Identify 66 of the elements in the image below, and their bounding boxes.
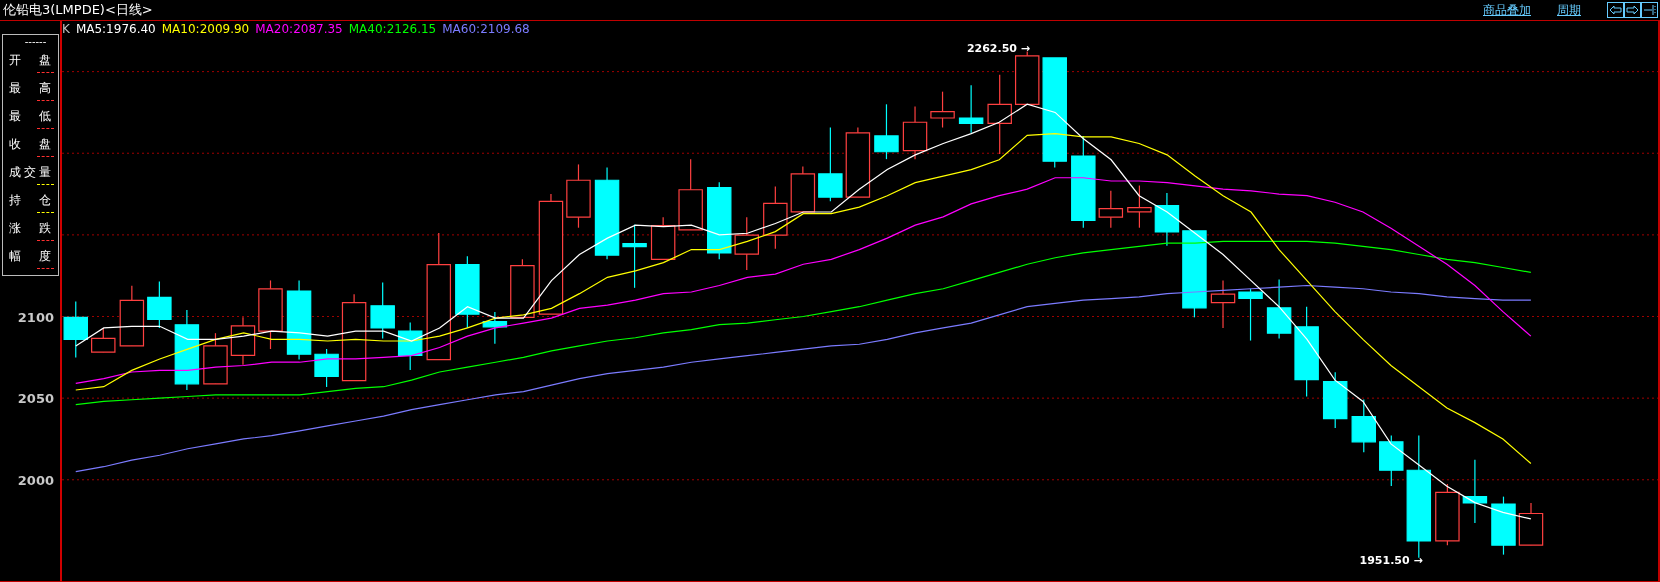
candlestick xyxy=(1127,184,1152,229)
field-label: 最高 xyxy=(9,80,51,97)
candlestick xyxy=(1210,279,1236,329)
right-arrow-button[interactable] xyxy=(1624,2,1641,18)
candlestick xyxy=(1462,459,1488,524)
price-annotation: 1951.50 → xyxy=(1359,553,1423,567)
candlestick xyxy=(258,279,283,350)
candlestick xyxy=(1015,51,1040,105)
field-label: 持仓 xyxy=(9,192,51,209)
candlestick xyxy=(230,316,256,366)
candlestick xyxy=(566,163,591,229)
candlestick xyxy=(1491,496,1516,556)
candlestick xyxy=(510,258,535,318)
legend-item: MA60:2109.68 xyxy=(442,22,530,36)
candlestick xyxy=(314,348,339,388)
window-title: 伦铅电3(LMPDE)<日线> xyxy=(3,1,153,19)
candlestick xyxy=(763,185,788,250)
legend-item: MA5:1976.40 xyxy=(75,22,156,36)
candlestick xyxy=(482,311,508,345)
field-label: 涨跌 xyxy=(9,220,51,237)
field-label: 成交量 xyxy=(9,164,51,181)
field-label: 幅度 xyxy=(9,248,51,265)
price-annotation: 2262.50 → xyxy=(966,41,1031,55)
candlestick xyxy=(370,281,395,340)
field-label: 收盘 xyxy=(9,136,51,153)
candlestick xyxy=(734,216,759,271)
right-arrow-icon xyxy=(1626,5,1639,15)
split-layout-icon xyxy=(1643,4,1656,16)
chart-type-label: K xyxy=(62,22,70,36)
field-label: 最低 xyxy=(9,108,51,125)
candlestick xyxy=(1238,288,1263,342)
candlestick xyxy=(790,165,816,213)
candlestick xyxy=(1098,190,1124,229)
y-axis-label: 2000 xyxy=(17,472,54,488)
candlestick xyxy=(203,332,228,385)
field-label: 开盘 xyxy=(9,52,51,69)
toolbar-link[interactable]: 周期 xyxy=(1557,1,1581,19)
legend-item: MA10:2009.90 xyxy=(161,22,250,36)
candlestick xyxy=(845,126,871,198)
candlestick xyxy=(874,103,899,160)
candlestick xyxy=(1379,434,1404,487)
candlestick xyxy=(1154,192,1180,247)
candlestick xyxy=(650,216,676,260)
candlestick xyxy=(930,91,955,129)
candlestick xyxy=(1518,502,1544,546)
candlestick xyxy=(119,285,145,347)
legend-item: MA40:2126.15 xyxy=(348,22,437,36)
left-arrow-icon xyxy=(1609,5,1622,15)
legend-item: MA20:2087.35 xyxy=(255,22,343,36)
candlestick xyxy=(1351,399,1376,453)
candlestick xyxy=(1322,371,1348,429)
candlestick xyxy=(1435,483,1460,546)
candlestick xyxy=(1266,278,1292,340)
y-axis-label: 2050 xyxy=(17,390,54,406)
y-axis-label: 2100 xyxy=(17,309,54,324)
candlestick xyxy=(147,280,172,329)
candlestick xyxy=(91,327,116,353)
panel-header-text: ------ xyxy=(23,37,48,47)
candlestick xyxy=(63,300,88,359)
left-arrow-button[interactable] xyxy=(1607,2,1624,18)
toolbar-link[interactable]: 商品叠加 xyxy=(1483,1,1531,19)
candlestick xyxy=(902,105,928,160)
candlestick xyxy=(958,84,984,134)
split-layout-button[interactable] xyxy=(1641,2,1658,18)
candlestick xyxy=(397,322,423,371)
candlestick xyxy=(622,223,647,289)
